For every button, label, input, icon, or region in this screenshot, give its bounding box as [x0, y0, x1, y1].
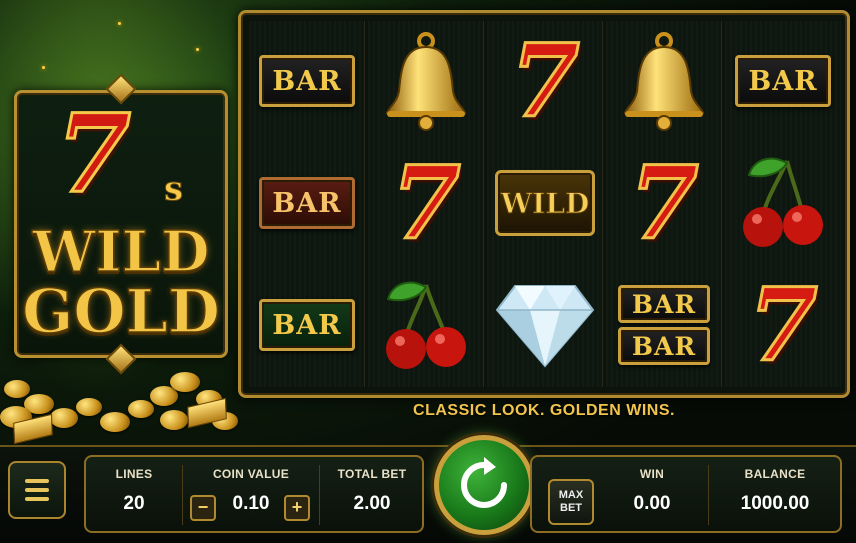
coin-decrease-button[interactable]: −: [190, 495, 216, 521]
reel-cell: BAR: [249, 265, 365, 385]
spin-button[interactable]: [434, 435, 534, 535]
reel-1: BAR BAR BAR: [249, 21, 365, 387]
reel-cell: [606, 21, 722, 141]
reel-4: 7 BAR BAR: [606, 21, 722, 387]
balance-label: BALANCE: [744, 467, 806, 481]
logo-s: s: [163, 169, 184, 209]
bar-symbol: BAR: [259, 55, 355, 107]
reel-cell: 7: [725, 265, 841, 385]
win-label: WIN: [639, 467, 665, 481]
balance-field: BALANCE 1000.00: [710, 457, 840, 531]
gold-coin-pile: [0, 350, 240, 445]
tagline: CLASSIC LOOK. GOLDEN WINS.: [413, 402, 675, 419]
reel-cell: 7: [606, 143, 722, 263]
seven-symbol: 7: [628, 144, 701, 262]
cherry-icon: [386, 281, 466, 369]
lines-field: LINES 20: [86, 457, 182, 531]
reel-cell: WILD: [487, 143, 603, 263]
reel-cell: BAR: [249, 143, 365, 263]
reel-window: BAR BAR BAR 7 7 WILD 7 BAR BAR BAR 7: [238, 10, 850, 398]
reel-cell: 7: [487, 21, 603, 141]
reel-cell: [487, 265, 603, 385]
reel-cell: BAR: [725, 21, 841, 141]
coin-value-label: COIN VALUE: [212, 467, 290, 481]
game-logo: 7 s WILD GOLD: [14, 73, 228, 375]
bet-panel: LINES 20 COIN VALUE 0.10 − + TOTAL BET 2…: [84, 455, 424, 533]
max-bet-button[interactable]: MAX BET: [548, 479, 594, 525]
reel-5: BAR 7: [725, 21, 841, 387]
lines-label: LINES: [115, 467, 153, 481]
win-value: 0.00: [633, 493, 671, 514]
logo-seven: 7: [54, 91, 132, 217]
total-bet-label: TOTAL BET: [337, 467, 407, 481]
menu-button[interactable]: [8, 461, 66, 519]
seven-symbol: 7: [390, 144, 463, 262]
coin-increase-button[interactable]: +: [284, 495, 310, 521]
spark: [196, 48, 199, 51]
bar-symbol: BAR: [618, 285, 710, 323]
double-bar-symbol: BAR BAR: [618, 285, 710, 365]
total-bet-field: TOTAL BET 2.00: [320, 457, 424, 531]
spark: [118, 22, 121, 25]
bar-symbol-red: BAR: [259, 177, 355, 229]
spin-arrow-icon: [461, 457, 507, 508]
hamburger-menu-icon: [25, 479, 49, 483]
diamond-icon: [495, 285, 595, 368]
reel-cell: 7: [368, 143, 484, 263]
divider: [708, 465, 709, 525]
control-bar: LINES 20 COIN VALUE 0.10 − + TOTAL BET 2…: [0, 435, 856, 543]
logo-gold: GOLD: [21, 277, 220, 347]
total-bet-value: 2.00: [353, 493, 391, 514]
seven-symbol: 7: [747, 266, 820, 384]
reel-2: 7: [368, 21, 484, 387]
reel-cell: [368, 265, 484, 385]
spark: [42, 66, 45, 69]
logo-wild: WILD: [32, 219, 211, 285]
bar-symbol: BAR: [735, 55, 831, 107]
lines-value: 20: [123, 493, 145, 514]
win-field: WIN 0.00: [600, 457, 704, 531]
cherry-icon: [743, 157, 823, 247]
bar-symbol: BAR: [618, 327, 710, 365]
reel-cell: [368, 21, 484, 141]
bell-icon: [623, 32, 705, 131]
reel-cell: BAR: [249, 21, 365, 141]
seven-symbol: 7: [509, 22, 582, 140]
reel-cell: BAR BAR: [606, 265, 722, 385]
reel-3: 7 WILD: [487, 21, 603, 387]
wild-symbol: WILD: [495, 170, 595, 236]
max-bet-line2: BET: [560, 502, 582, 514]
balance-value: 1000.00: [740, 493, 810, 514]
bell-icon: [385, 32, 467, 131]
bar-symbol-green: BAR: [259, 299, 355, 351]
max-bet-line1: MAX: [558, 489, 584, 501]
reel-cell: [725, 143, 841, 263]
